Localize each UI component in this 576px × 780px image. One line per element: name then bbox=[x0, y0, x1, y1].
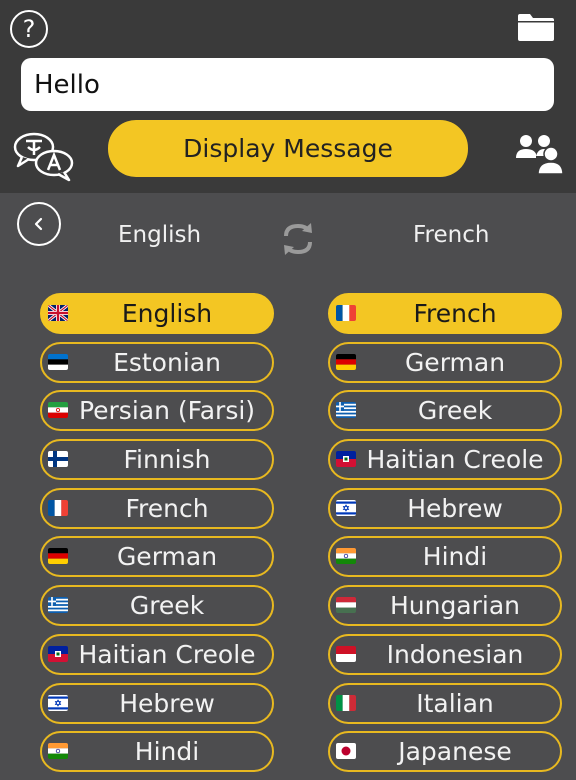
target-language-label: French bbox=[413, 222, 490, 248]
language-label: Hungarian bbox=[389, 591, 521, 621]
header-panel: ? Display Message bbox=[0, 0, 576, 193]
source-language-item[interactable]: Persian (Farsi) bbox=[40, 390, 274, 432]
source-language-item[interactable]: Finnish bbox=[40, 439, 274, 481]
flag-france-icon bbox=[336, 305, 356, 321]
language-label: Haitian Creole bbox=[78, 639, 256, 669]
language-label: French bbox=[125, 493, 209, 523]
language-label: Japanese bbox=[398, 737, 512, 767]
folder-button[interactable] bbox=[516, 12, 556, 42]
target-language-item[interactable]: Japanese bbox=[328, 731, 562, 773]
flag-hungary-icon bbox=[336, 597, 356, 614]
target-language-item[interactable]: Italian bbox=[328, 682, 562, 724]
language-label: Greek bbox=[417, 396, 493, 426]
flag-haiti-icon bbox=[336, 451, 356, 468]
language-label: Italian bbox=[416, 688, 494, 718]
display-message-button[interactable]: Display Message bbox=[108, 120, 468, 177]
language-label: Persian (Farsi) bbox=[78, 396, 256, 426]
folder-icon bbox=[518, 14, 554, 41]
source-language-item[interactable]: Greek bbox=[40, 585, 274, 627]
language-label: English bbox=[121, 299, 213, 328]
flag-japan-icon bbox=[336, 743, 356, 760]
back-button[interactable] bbox=[17, 202, 61, 246]
flag-indonesia-icon bbox=[336, 645, 356, 662]
swap-arrows-icon bbox=[284, 223, 312, 255]
translate-mode-button[interactable] bbox=[12, 130, 76, 182]
target-language-list: French German Greek Haitian Creole Hebrew Hin… bbox=[328, 293, 562, 780]
language-label: Greek bbox=[129, 591, 205, 621]
target-language-item[interactable]: Hungarian bbox=[328, 585, 562, 627]
language-label: Hebrew bbox=[407, 493, 503, 523]
translate-speech-icon bbox=[13, 132, 74, 182]
chevron-left-icon bbox=[34, 217, 43, 231]
language-label: Finnish bbox=[123, 445, 211, 475]
source-language-item[interactable]: German bbox=[40, 536, 274, 578]
source-language-label: English bbox=[118, 222, 202, 248]
source-language-item[interactable]: French bbox=[40, 487, 274, 529]
help-button[interactable]: ? bbox=[10, 10, 48, 48]
language-label: French bbox=[413, 299, 497, 328]
language-label: Hindi bbox=[134, 737, 200, 767]
flag-iran-icon bbox=[48, 402, 68, 419]
target-language-item[interactable]: Hindi bbox=[328, 536, 562, 578]
source-language-item[interactable]: Haitian Creole bbox=[40, 633, 274, 675]
flag-italy-icon bbox=[336, 694, 356, 711]
language-label: Hindi bbox=[422, 542, 488, 572]
flag-india-icon bbox=[336, 548, 356, 565]
source-language-item[interactable]: Hebrew bbox=[40, 682, 274, 724]
flag-haiti-icon bbox=[48, 645, 68, 662]
target-language-item[interactable]: German bbox=[328, 341, 562, 383]
flag-germany-icon bbox=[336, 353, 356, 370]
target-language-item[interactable]: French bbox=[328, 293, 562, 334]
people-group-button[interactable] bbox=[514, 132, 564, 175]
swap-languages-button[interactable] bbox=[280, 218, 316, 260]
source-language-item[interactable]: English bbox=[40, 293, 274, 334]
language-label: German bbox=[116, 542, 218, 572]
flag-germany-icon bbox=[48, 548, 68, 565]
target-language-item[interactable]: Indonesian bbox=[328, 633, 562, 675]
flag-france-icon bbox=[48, 499, 68, 516]
flag-uk-icon bbox=[48, 305, 68, 321]
language-label: German bbox=[404, 347, 506, 377]
people-group-icon bbox=[516, 135, 564, 175]
flag-greece-icon bbox=[48, 597, 68, 614]
message-input[interactable] bbox=[21, 58, 554, 111]
target-language-item[interactable]: Greek bbox=[328, 390, 562, 432]
flag-israel-icon bbox=[48, 694, 68, 711]
flag-israel-icon bbox=[336, 499, 356, 516]
source-language-item[interactable]: Estonian bbox=[40, 341, 274, 383]
target-language-item[interactable]: Hebrew bbox=[328, 487, 562, 529]
target-language-item[interactable]: Haitian Creole bbox=[328, 439, 562, 481]
question-mark-icon: ? bbox=[22, 15, 36, 43]
flag-finland-icon bbox=[48, 451, 68, 468]
source-language-item[interactable]: Hindi bbox=[40, 731, 274, 773]
flag-india-icon bbox=[48, 743, 68, 760]
source-language-list: English Estonian Persian (Farsi) Finnish Fre… bbox=[40, 293, 274, 780]
flag-greece-icon bbox=[336, 402, 356, 419]
language-label: Indonesian bbox=[386, 639, 524, 669]
language-label: Haitian Creole bbox=[366, 445, 544, 475]
language-label: Estonian bbox=[113, 347, 221, 377]
flag-estonia-icon bbox=[48, 353, 68, 370]
language-label: Hebrew bbox=[119, 688, 215, 718]
